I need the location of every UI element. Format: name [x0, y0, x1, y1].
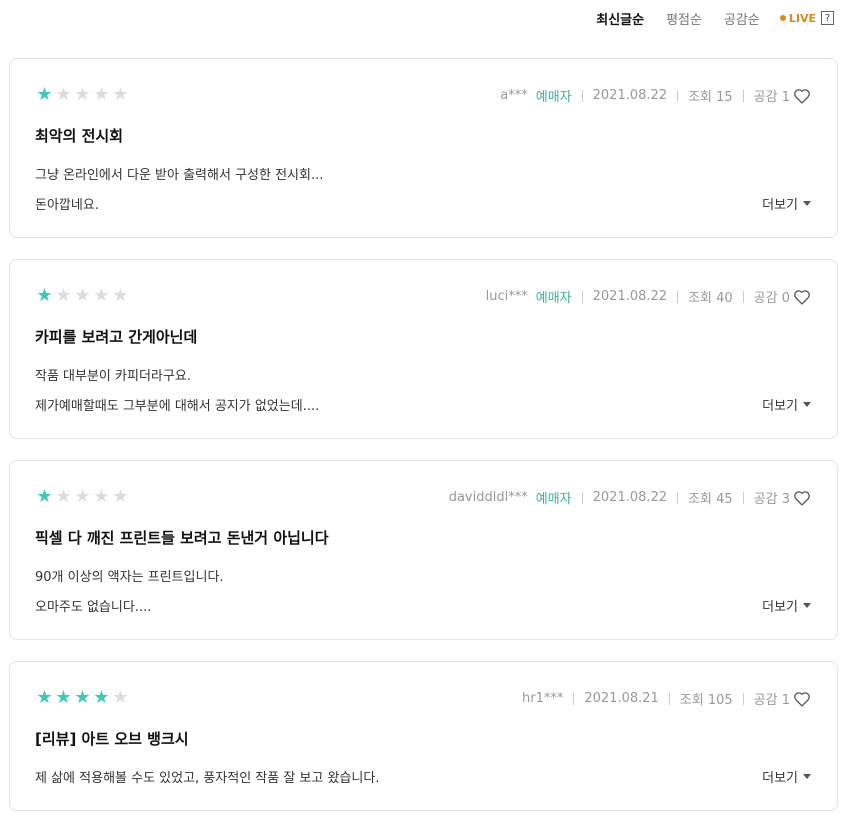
review-meta: daviddldl*** 예매자 2021.08.22 조회 45 공감 3: [449, 488, 811, 507]
sort-likes[interactable]: 공감순: [724, 9, 760, 28]
more-button[interactable]: 더보기: [762, 767, 811, 786]
review-meta: a*** 예매자 2021.08.22 조회 15 공감 1: [500, 86, 811, 105]
star-filled-icon: ★: [36, 84, 53, 105]
star-filled-icon: ★: [36, 687, 53, 708]
review-meta: hr1*** 2021.08.21 조회 105 공감 1: [522, 689, 811, 708]
like-count: 공감 1: [753, 693, 790, 708]
view-count: 조회 15: [688, 90, 733, 105]
reviewer-id: hr1***: [522, 691, 564, 706]
rating-stars: ★ ★ ★ ★ ★: [35, 85, 130, 105]
review-text: 제가예매할때도 그부분에 대해서 공지가 없었는데....: [35, 399, 320, 414]
like-count: 공감 0: [753, 291, 790, 306]
star-filled-icon: ★: [36, 486, 53, 507]
review-meta: luci*** 예매자 2021.08.22 조회 40 공감 0: [486, 287, 811, 306]
rating-stars: ★ ★ ★ ★ ★: [35, 487, 130, 507]
sort-rating[interactable]: 평점순: [666, 9, 702, 28]
star-empty-icon: ★: [112, 285, 129, 306]
more-label: 더보기: [762, 198, 798, 213]
star-empty-icon: ★: [112, 486, 129, 507]
review-text: 제 삶에 적용해볼 수도 있었고, 풍자적인 작품 잘 보고 왔습니다.: [35, 771, 380, 786]
divider: [742, 290, 744, 303]
view-count: 조회 45: [688, 492, 733, 507]
heart-icon[interactable]: [793, 691, 811, 707]
review-text: 오마주도 없습니다....: [35, 600, 152, 615]
heart-icon[interactable]: [793, 490, 811, 506]
reviewer-id: daviddldl***: [448, 490, 528, 505]
heart-icon[interactable]: [793, 88, 811, 104]
star-empty-icon: ★: [74, 285, 91, 306]
sort-latest[interactable]: 최신글순: [596, 9, 644, 28]
buyer-badge: 예매자: [535, 291, 572, 306]
review-title: 최악의 전시회: [35, 127, 124, 145]
star-empty-icon: ★: [93, 285, 110, 306]
review-title: 카피를 보려고 간게아닌데: [35, 328, 198, 346]
star-filled-icon: ★: [74, 687, 91, 708]
review-card: ★ ★ ★ ★ ★ a*** 예매자 2021.08.22 조회 15 공감 1 최악의…: [9, 58, 838, 238]
divider: [742, 89, 744, 102]
divider: [581, 290, 583, 303]
caret-down-icon: [803, 402, 811, 407]
reviewer-id: a***: [500, 88, 528, 103]
divider: [742, 692, 744, 705]
heart-icon[interactable]: [793, 289, 811, 305]
review-card: ★ ★ ★ ★ ★ hr1*** 2021.08.21 조회 105 공감 1 [리뷰]…: [9, 661, 838, 811]
review-date: 2021.08.21: [584, 691, 659, 706]
star-filled-icon: ★: [93, 687, 110, 708]
divider: [581, 89, 583, 102]
sort-bar: 최신글순 평점순 공감순 LIVE ?: [596, 8, 834, 28]
review-card: ★ ★ ★ ★ ★ daviddldl*** 예매자 2021.08.22 조회 45 …: [9, 460, 838, 640]
live-label: LIVE: [788, 11, 816, 25]
star-empty-icon: ★: [55, 486, 72, 507]
view-count: 조회 105: [679, 693, 733, 708]
review-text: 90개 이상의 액자는 프린트입니다.: [35, 570, 224, 585]
star-empty-icon: ★: [74, 486, 91, 507]
more-button[interactable]: 더보기: [762, 596, 811, 615]
view-count: 조회 40: [688, 291, 733, 306]
like-count: 공감 3: [753, 492, 790, 507]
review-text: 작품 대부분이 카피더라구요.: [35, 369, 191, 384]
star-filled-icon: ★: [36, 285, 53, 306]
review-title: [리뷰] 아트 오브 뱅크시: [35, 730, 189, 748]
more-button[interactable]: 더보기: [762, 395, 811, 414]
review-title: 픽셀 다 깨진 프린트들 보려고 돈낸거 아닙니다: [35, 529, 329, 547]
divider: [742, 491, 744, 504]
star-empty-icon: ★: [74, 84, 91, 105]
help-icon[interactable]: ?: [821, 11, 834, 25]
star-filled-icon: ★: [55, 687, 72, 708]
divider: [668, 692, 670, 705]
review-card: ★ ★ ★ ★ ★ luci*** 예매자 2021.08.22 조회 40 공감 0 …: [9, 259, 838, 439]
star-empty-icon: ★: [93, 84, 110, 105]
star-empty-icon: ★: [55, 285, 72, 306]
divider: [581, 491, 583, 504]
review-date: 2021.08.22: [592, 88, 668, 103]
star-empty-icon: ★: [55, 84, 72, 105]
live-dot-icon: [779, 15, 786, 21]
divider: [677, 89, 679, 102]
live-indicator[interactable]: LIVE ?: [779, 11, 834, 25]
divider: [573, 692, 575, 705]
star-empty-icon: ★: [112, 84, 129, 105]
rating-stars: ★ ★ ★ ★ ★: [35, 688, 130, 708]
buyer-badge: 예매자: [535, 492, 572, 507]
reviewer-id: luci***: [485, 289, 528, 304]
like-count: 공감 1: [753, 90, 790, 105]
review-text: 그냥 온라인에서 다운 받아 출력해서 구성한 전시회...: [35, 168, 324, 183]
more-label: 더보기: [762, 600, 798, 615]
more-label: 더보기: [762, 771, 798, 786]
review-text: 돈아깝네요.: [35, 198, 99, 213]
rating-stars: ★ ★ ★ ★ ★: [35, 286, 130, 306]
more-label: 더보기: [762, 399, 798, 414]
review-date: 2021.08.22: [592, 490, 668, 505]
divider: [677, 491, 679, 504]
caret-down-icon: [803, 774, 811, 779]
more-button[interactable]: 더보기: [762, 194, 811, 213]
caret-down-icon: [803, 603, 811, 608]
divider: [677, 290, 679, 303]
star-empty-icon: ★: [112, 687, 129, 708]
caret-down-icon: [803, 201, 811, 206]
star-empty-icon: ★: [93, 486, 110, 507]
review-date: 2021.08.22: [592, 289, 668, 304]
buyer-badge: 예매자: [535, 90, 572, 105]
